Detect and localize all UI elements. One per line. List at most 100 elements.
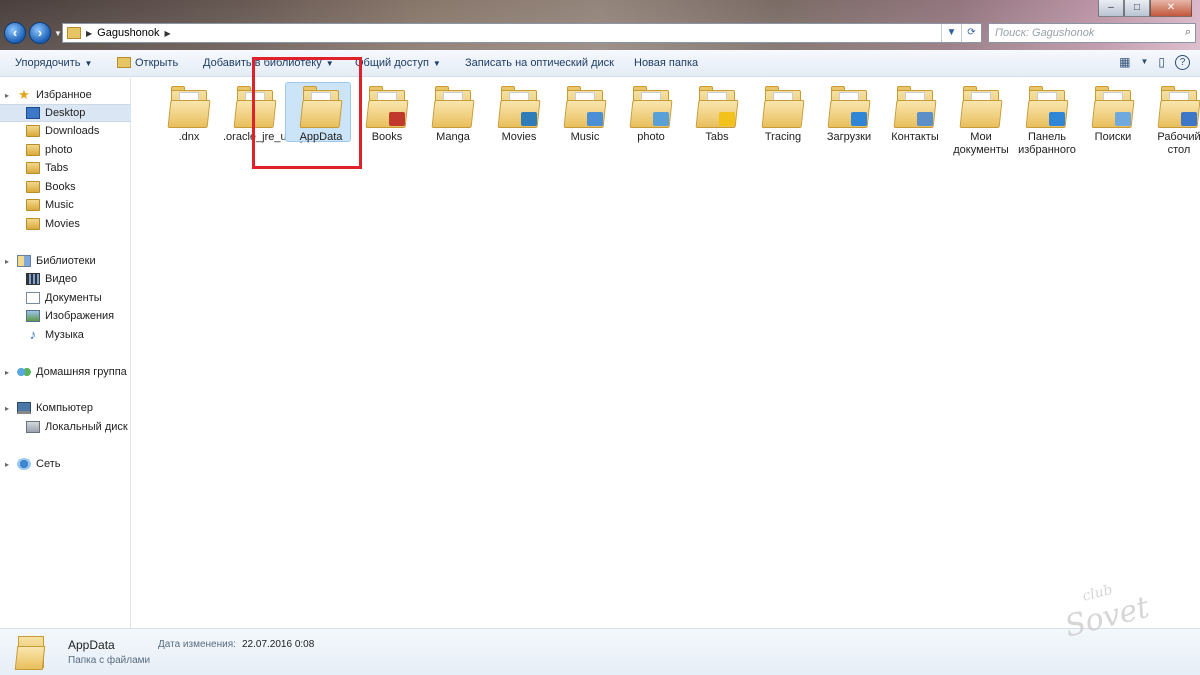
folder-label: Books: [371, 131, 403, 143]
folder-icon: [1091, 86, 1135, 128]
forward-arrow-icon[interactable]: ›: [29, 22, 51, 44]
add-to-library-button[interactable]: Добавить в библиотеку ▼: [203, 57, 334, 69]
folder-badge-icon: [389, 112, 405, 126]
folder-icon: [14, 634, 46, 670]
folder-item[interactable]: .dnx: [157, 86, 221, 144]
close-button[interactable]: ✕: [1150, 0, 1192, 17]
address-dropdown-icon[interactable]: ▼: [941, 24, 961, 42]
preview-pane-icon[interactable]: ▯: [1158, 55, 1165, 70]
sidebar-item-music-library[interactable]: ♪ Музыка: [0, 326, 131, 344]
command-bar: Упорядочить ▼ Открыть Добавить в библиоте…: [0, 50, 1200, 77]
expand-icon[interactable]: ▸: [5, 257, 9, 266]
expand-icon[interactable]: ▸: [5, 91, 9, 100]
burn-button[interactable]: Записать на оптический диск: [465, 57, 614, 69]
folder-item[interactable]: Books: [355, 86, 419, 144]
search-input[interactable]: Поиск: Gagushonok ⌕: [988, 23, 1196, 43]
maximize-button[interactable]: □: [1124, 0, 1150, 17]
sidebar-item-label: Локальный диск (: [45, 421, 131, 433]
back-arrow-icon[interactable]: ‹: [4, 22, 26, 44]
sidebar-item-books[interactable]: Books: [0, 178, 131, 196]
folder-icon: [26, 218, 40, 230]
folder-item[interactable]: .oracle_jre_usage: [223, 86, 311, 144]
details-modified-label: Дата изменения:: [158, 639, 236, 650]
folder-item[interactable]: Movies: [487, 86, 551, 144]
sidebar-item-label: Downloads: [45, 125, 100, 137]
folder-icon: [893, 86, 937, 128]
search-icon[interactable]: ⌕: [1185, 26, 1191, 39]
breadcrumb-chevron-icon[interactable]: ▶: [86, 29, 92, 38]
folder-badge-icon: [917, 112, 933, 126]
minimize-button[interactable]: –: [1098, 0, 1124, 17]
sidebar-item-tabs[interactable]: Tabs: [0, 159, 131, 177]
folder-icon: [26, 199, 40, 211]
recent-pages-dropdown-icon[interactable]: ▼: [54, 29, 62, 38]
folder-item[interactable]: Контакты: [883, 86, 947, 144]
sidebar-item-label: photo: [45, 144, 73, 156]
folder-label: .oracle_jre_usage: [223, 131, 311, 143]
address-bar[interactable]: ▶ Gagushonok ▶ ▼ ⟳: [62, 23, 982, 43]
breadcrumb-current[interactable]: Gagushonok: [97, 27, 159, 39]
folder-badge-icon: [653, 112, 669, 126]
folder-label: Поиски: [1094, 131, 1132, 143]
sidebar-group-label: Библиотеки: [36, 255, 96, 267]
expand-icon[interactable]: ▸: [5, 368, 9, 377]
folder-item[interactable]: Поиски: [1081, 86, 1145, 144]
folder-icon: [365, 86, 409, 128]
sidebar-favorites[interactable]: ▸ ★ Избранное: [0, 86, 131, 104]
folder-item[interactable]: Tabs: [685, 86, 749, 144]
folder-icon: [67, 27, 81, 39]
folder-item[interactable]: Tracing: [751, 86, 815, 144]
sidebar-libraries[interactable]: ▸ Библиотеки: [0, 252, 131, 270]
folder-icon: [233, 86, 277, 128]
sidebar-homegroup[interactable]: ▸ Домашняя группа: [0, 363, 131, 381]
sidebar-item-video[interactable]: Видео: [0, 270, 131, 288]
sidebar-item-downloads[interactable]: Downloads: [0, 122, 131, 140]
folder-label: Tracing: [764, 131, 802, 143]
folder-icon: [167, 86, 211, 128]
folder-item[interactable]: photo: [619, 86, 683, 144]
sidebar-network[interactable]: ▸ Сеть: [0, 455, 131, 473]
change-view-icon[interactable]: ▦: [1119, 55, 1130, 70]
refresh-icon[interactable]: ⟳: [961, 24, 981, 42]
sidebar-item-music[interactable]: Music: [0, 196, 131, 214]
expand-icon[interactable]: ▸: [5, 404, 9, 413]
folder-label: .dnx: [178, 131, 200, 143]
dropdown-arrow-icon: ▼: [325, 59, 334, 68]
sidebar-item-desktop[interactable]: Desktop: [0, 104, 131, 122]
folder-item[interactable]: Мои документы: [949, 86, 1013, 157]
folder-item[interactable]: Загрузки: [817, 86, 881, 144]
folder-icon: [761, 86, 805, 128]
sidebar-item-documents[interactable]: Документы: [0, 289, 131, 307]
folder-label: Tabs: [705, 131, 729, 143]
folder-label: Рабочий стол: [1157, 131, 1200, 156]
share-label: Общий доступ: [355, 57, 429, 69]
sidebar-item-movies[interactable]: Movies: [0, 215, 131, 233]
sidebar-computer[interactable]: ▸ Компьютер: [0, 399, 131, 417]
folder-icon: [1025, 86, 1069, 128]
expand-icon[interactable]: ▸: [5, 460, 9, 469]
homegroup-icon: [17, 366, 31, 378]
library-icon: [17, 255, 31, 267]
organize-button[interactable]: Упорядочить ▼: [15, 57, 92, 69]
sidebar-item-pictures[interactable]: Изображения: [0, 307, 131, 325]
hard-disk-icon: [26, 421, 40, 433]
share-button[interactable]: Общий доступ ▼: [355, 57, 441, 69]
folder-item[interactable]: Music: [553, 86, 617, 144]
view-dropdown-icon[interactable]: ▼: [1140, 55, 1148, 70]
folder-item[interactable]: Manga: [421, 86, 485, 144]
folder-item[interactable]: Рабочий стол: [1147, 86, 1200, 157]
open-button[interactable]: Открыть: [117, 57, 178, 69]
desktop-icon: [26, 107, 40, 119]
window-controls: – □ ✕: [1098, 0, 1192, 18]
sidebar-group-label: Домашняя группа: [36, 366, 127, 378]
breadcrumb-chevron-icon[interactable]: ▶: [165, 29, 171, 38]
help-icon[interactable]: ?: [1175, 55, 1190, 70]
folder-item[interactable]: Панель избранного: [1015, 86, 1079, 157]
folder-item[interactable]: AppData: [285, 82, 353, 144]
folder-badge-icon: [1115, 112, 1131, 126]
details-name: AppData: [68, 638, 115, 652]
sidebar-group-label: Избранное: [36, 89, 92, 101]
new-folder-button[interactable]: Новая папка: [634, 57, 698, 69]
sidebar-item-photo[interactable]: photo: [0, 141, 131, 159]
sidebar-item-local-disk[interactable]: Локальный диск (: [0, 418, 131, 436]
